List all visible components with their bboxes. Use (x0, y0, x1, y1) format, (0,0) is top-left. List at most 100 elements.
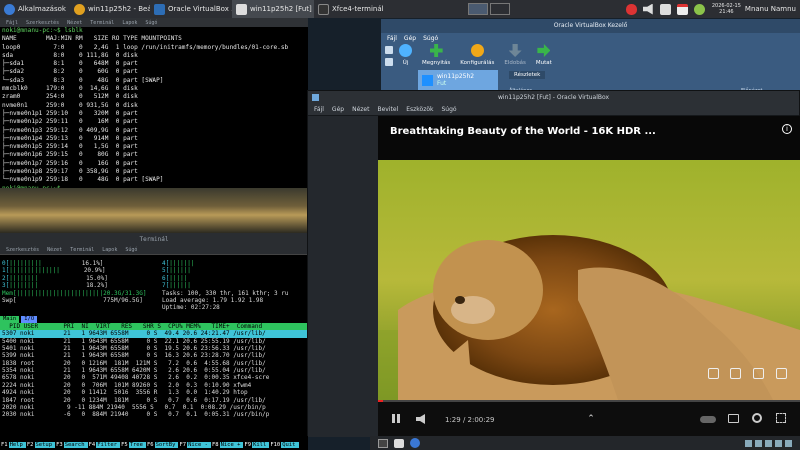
menu-file[interactable]: Fájl (387, 35, 397, 42)
fkey[interactable]: F5 (120, 442, 129, 448)
menu-help[interactable]: Súgó (145, 20, 157, 26)
volume-icon[interactable] (642, 3, 653, 15)
volume-icon[interactable] (416, 414, 425, 424)
menu-edit[interactable]: Szerkesztés (6, 247, 39, 253)
menu-help[interactable]: Súgó (423, 35, 438, 42)
fkey-label[interactable]: Kill (252, 442, 270, 448)
tray-indicator-icon[interactable] (755, 439, 762, 447)
table-row[interactable]: 2020 noki 9 -11 884M 21940 5556 S 0.7 0.… (0, 404, 308, 411)
microphone-icon[interactable] (625, 3, 637, 15)
fkey-label[interactable]: Filter (96, 442, 121, 448)
chevron-up-icon[interactable]: ⌃ (586, 414, 596, 424)
fkey-label[interactable]: Nice - (187, 442, 211, 448)
menu-help[interactable]: Súgó (125, 247, 137, 253)
applications-menu[interactable]: Alkalmazások (0, 0, 70, 18)
dislike-icon[interactable] (730, 368, 741, 379)
task-terminal[interactable]: Xfce4-terminál (314, 0, 394, 18)
menu-tabs[interactable]: Lapok (102, 247, 117, 253)
fkey-label[interactable]: Tree (128, 442, 146, 448)
terminal-lsblk[interactable]: Fájl Szerkesztés Nézet Terminál Lapok Sú… (0, 18, 308, 192)
share-icon[interactable] (776, 368, 787, 379)
discard-button[interactable]: Eldobás (504, 44, 526, 66)
tray-indicator-icon[interactable] (745, 439, 752, 447)
menu-file[interactable]: Fájl (314, 106, 324, 113)
tools-icon[interactable] (385, 46, 393, 54)
table-row[interactable]: 1838 root 20 0 1216M 181M 121M S 7.2 0.6… (0, 360, 308, 367)
fkey[interactable]: F1 (0, 442, 9, 448)
task-vbox-settings[interactable]: win11p25h2 - Beál... (70, 0, 150, 18)
table-row[interactable]: 5354 noki 21 1 9643M 6558M 6420M S 2.6 2… (0, 367, 308, 374)
workspace-2[interactable] (489, 3, 510, 15)
menu-terminal[interactable]: Terminál (70, 247, 94, 253)
workspace-1[interactable] (467, 3, 488, 15)
tray-indicator-icon[interactable] (785, 439, 792, 447)
video-player[interactable]: Breathtaking Beauty of the World - 16K H… (378, 116, 800, 437)
menu-edit[interactable]: Szerkesztés (26, 20, 59, 26)
user-name[interactable]: Mnanu Namnu (745, 5, 796, 13)
open-button[interactable]: Megnyitás (422, 44, 450, 66)
settings-button[interactable]: Konfigurálás (460, 44, 494, 66)
table-row[interactable]: 2030 noki -6 0 884M 21940 0 S 0.7 0.1 0:… (0, 411, 308, 418)
settings-icon[interactable] (752, 413, 762, 423)
calendar-icon[interactable] (676, 3, 688, 15)
menu-file[interactable]: Fájl (6, 20, 18, 26)
fkey[interactable]: F8 (210, 442, 220, 448)
task-vbox-manager[interactable]: Oracle VirtualBox ... (150, 0, 232, 18)
vm-list-item[interactable]: win11p25h2 Fut (418, 70, 498, 90)
captions-icon[interactable] (728, 414, 739, 423)
tray-indicator-icon[interactable] (775, 439, 782, 447)
fkey-label[interactable]: Quit (281, 442, 299, 448)
progress-bar[interactable] (378, 400, 800, 402)
menu-tabs[interactable]: Lapok (122, 20, 137, 26)
fkey-label[interactable]: Search (63, 442, 88, 448)
taskbar-browser-icon[interactable] (410, 438, 420, 448)
fkey-label[interactable]: Nice + (219, 442, 244, 448)
fkey[interactable]: F6 (145, 442, 155, 448)
menu-input[interactable]: Bevitel (377, 106, 398, 113)
autoplay-toggle[interactable] (700, 416, 716, 423)
menu-view[interactable]: Nézet (352, 106, 369, 113)
comment-icon[interactable] (753, 368, 764, 379)
show-button[interactable]: Mutat (536, 44, 552, 66)
menu-devices[interactable]: Eszközök (406, 106, 433, 113)
fkey-label[interactable]: Help (8, 442, 26, 448)
fkey[interactable]: F10 (269, 442, 282, 448)
table-row[interactable]: 5401 noki 21 1 9643M 6558M 0 S 19.5 20.6… (0, 345, 308, 352)
menu-machine[interactable]: Gép (332, 106, 344, 113)
taskbar-terminal-icon[interactable] (378, 438, 388, 448)
fkey[interactable]: F9 (243, 442, 253, 448)
menu-view[interactable]: Nézet (67, 20, 82, 26)
network-icon[interactable] (659, 3, 671, 15)
fullscreen-icon[interactable] (776, 413, 786, 423)
fkey[interactable]: F4 (87, 442, 97, 448)
menu-view[interactable]: Nézet (47, 247, 62, 253)
menu-machine[interactable]: Gép (404, 35, 416, 42)
table-row[interactable]: 5400 noki 21 1 9643M 6558M 0 S 22.1 20.6… (0, 338, 308, 345)
clock[interactable]: 2026-02-15 21:46 (712, 3, 741, 15)
fkey[interactable]: F7 (178, 442, 188, 448)
process-table-header[interactable]: PID USER PRI NI VIRT RES SHR S CPU% MEM%… (0, 322, 308, 331)
taskbar-app-icon[interactable] (394, 438, 404, 448)
list-icon[interactable] (385, 58, 393, 66)
task-vm-window[interactable]: win11p25h2 [Fut] ... (231, 0, 314, 18)
table-row[interactable]: 1847 root 20 0 1234M 181M 0 S 0.7 0.6 0:… (0, 397, 308, 404)
details-tab[interactable]: Részletek (509, 71, 546, 79)
tab-main[interactable]: Main (0, 315, 20, 323)
pause-icon[interactable] (392, 414, 400, 423)
table-row[interactable]: 4924 noki 20 0 11412 5016 3556 R 1.3 0.0… (0, 389, 308, 396)
workspace-switcher[interactable] (394, 0, 514, 18)
info-icon[interactable]: i (782, 124, 792, 134)
tab-io[interactable]: I/O (21, 315, 38, 323)
table-row[interactable]: 6578 noki 20 0 571M 49408 40728 S 2.6 0.… (0, 374, 308, 381)
fkey[interactable]: F2 (25, 442, 35, 448)
menu-terminal[interactable]: Terminál (90, 20, 114, 26)
table-row[interactable]: 5399 noki 21 1 9643M 6558M 0 S 16.3 20.6… (0, 352, 308, 359)
tray-indicator-icon[interactable] (765, 439, 772, 447)
fkey-label[interactable]: Setup (34, 442, 56, 448)
table-row[interactable]: 5307 noki 21 1 9643M 6558M 0 S 49.4 20.6… (0, 330, 308, 338)
menu-help[interactable]: Súgó (442, 106, 457, 113)
new-vm-button[interactable]: Új (399, 44, 412, 66)
terminal-htop[interactable]: Terminál Szerkesztés Nézet Terminál Lapo… (0, 233, 308, 450)
fkey[interactable]: F3 (55, 442, 64, 448)
fkey-label[interactable]: SortBy (154, 442, 179, 448)
